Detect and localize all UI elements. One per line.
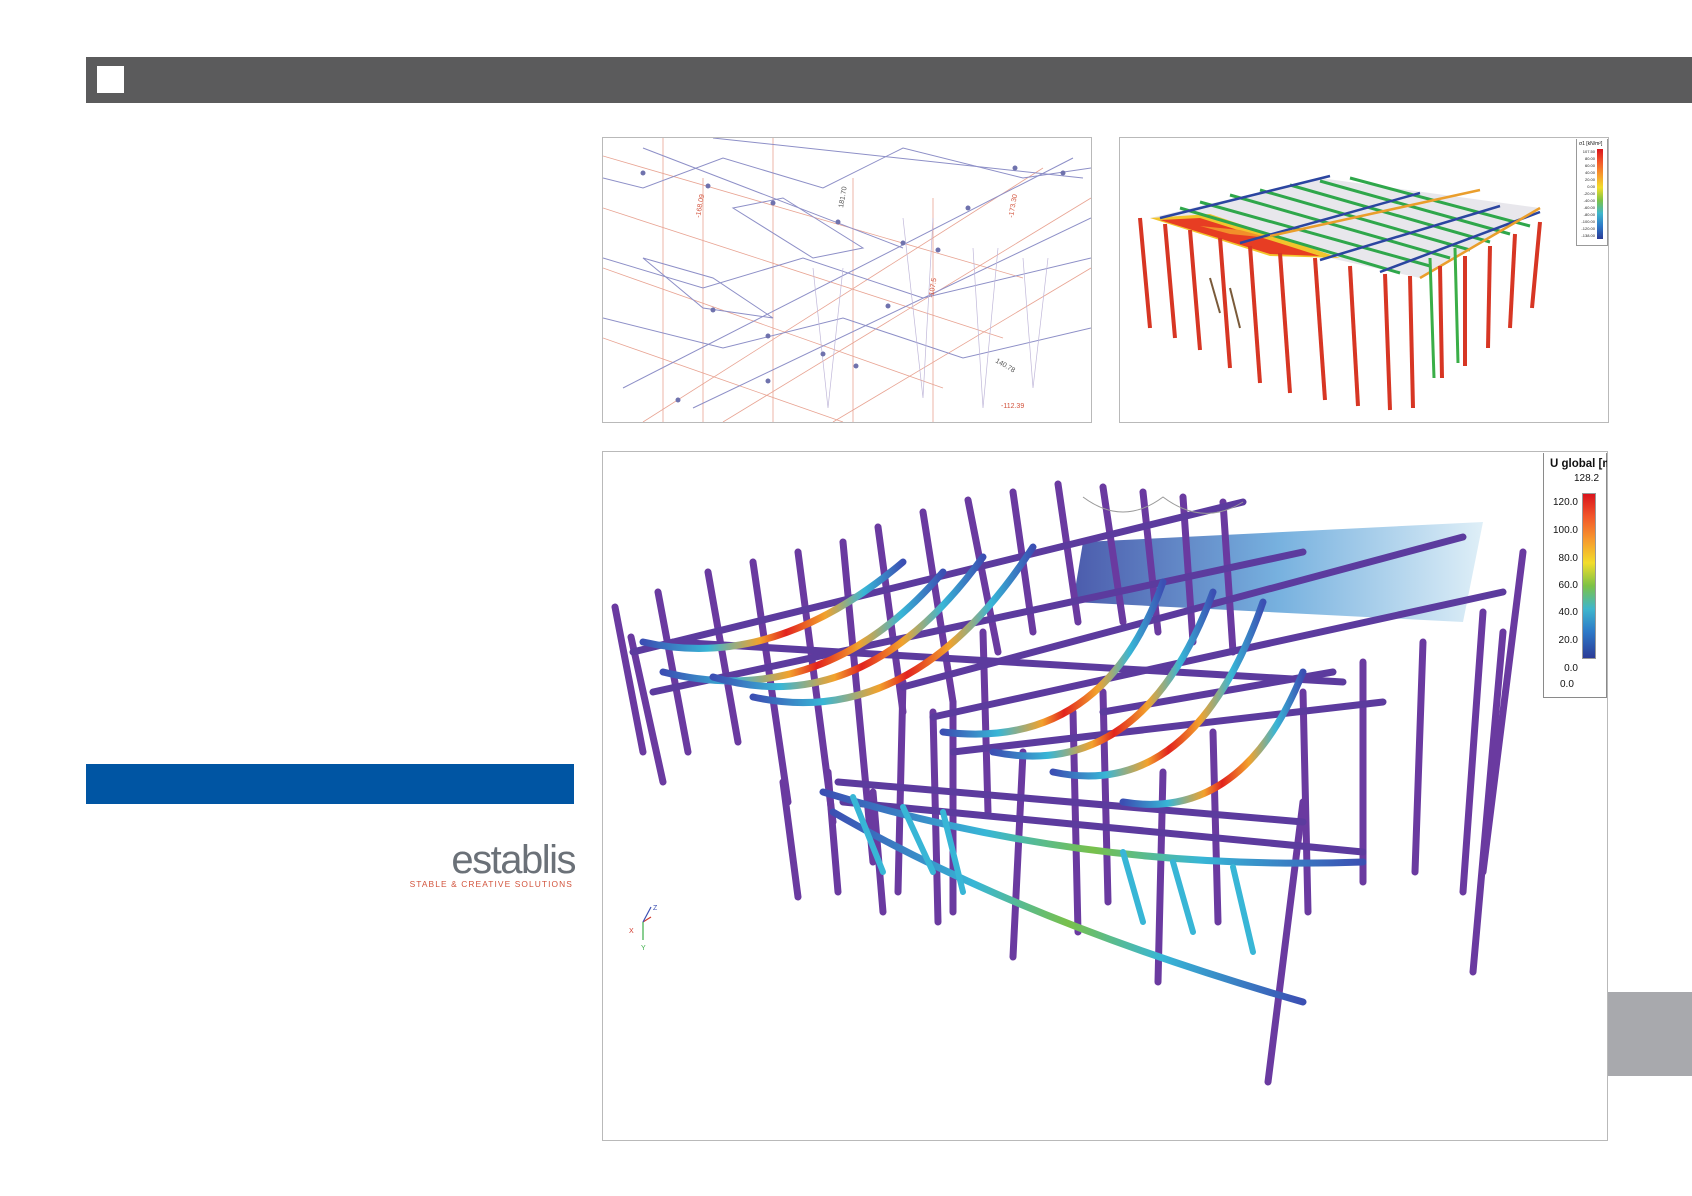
legend-tick: 60.0	[1558, 580, 1578, 591]
force-diagram-figure: -168.09 181.70 -173.30 -107.5 140.78 -11…	[602, 137, 1092, 423]
axis-x-label: X	[629, 928, 634, 935]
force-label: 140.78	[994, 358, 1016, 375]
force-label: -173.30	[1008, 194, 1019, 219]
stress-legend-title: σ1 [kN/m²]	[1579, 141, 1603, 147]
stress-legend-tick: -20.00	[1583, 191, 1595, 196]
legend-tick: 40.0	[1558, 607, 1578, 618]
legend-min-value: 0.0	[1560, 679, 1574, 690]
legend-colorbar	[1582, 493, 1596, 659]
legend-tick: 100.0	[1552, 525, 1578, 536]
header-bar	[86, 57, 1692, 103]
stress-legend-tick: 0.00	[1587, 184, 1595, 189]
stress-legend: σ1 [kN/m²] 107.50 80.00 60.00 40.00 20.0…	[1576, 139, 1608, 246]
stress-legend-tick: 40.00	[1584, 170, 1595, 175]
stress-legend-tick: -80.00	[1583, 212, 1595, 217]
logo-wordmark: establis	[451, 838, 576, 882]
stress-model-svg	[1138, 174, 1542, 411]
axis-z-label: Z	[653, 905, 658, 912]
stress-legend-tick: -100.00	[1581, 219, 1595, 224]
force-label: -112.39	[1001, 403, 1024, 410]
stress-legend-tick: -138.00	[1581, 233, 1595, 238]
stress-legend-colorbar	[1597, 149, 1603, 239]
stress-legend-tick: -40.00	[1583, 198, 1595, 203]
displacement-figure: X Y Z U global [mm] 128.2 120.0 100.0 80…	[602, 451, 1608, 1141]
legend-tick: 120.0	[1552, 497, 1578, 508]
legend-tick: 20.0	[1558, 635, 1578, 646]
legend-title: U global [mm]	[1550, 458, 1607, 470]
force-label: 181.70	[838, 186, 849, 208]
stress-legend-tick: 60.00	[1584, 163, 1595, 168]
stress-legend-tick: 107.50	[1582, 149, 1595, 154]
legend-max-value: 128.2	[1574, 473, 1600, 484]
stress-legend-tick: -60.00	[1583, 205, 1595, 210]
displacement-legend: U global [mm] 128.2 120.0 100.0 80.0 60.…	[1543, 453, 1607, 698]
logo-tagline: STABLE & CREATIVE SOLUTIONS	[409, 879, 573, 889]
stress-legend-tick: 20.00	[1584, 177, 1595, 182]
establis-logo: establis STABLE & CREATIVE SOLUTIONS	[410, 838, 577, 890]
axis-y-label: Y	[641, 945, 646, 952]
stress-results-figure: σ1 [kN/m²] 107.50 80.00 60.00 40.00 20.0…	[1119, 137, 1609, 423]
force-diagram-svg: -168.09 181.70 -173.30 -107.5 140.78 -11…	[603, 138, 1091, 422]
displacement-model-svg: X Y Z	[611, 480, 1527, 1086]
header-square-icon	[97, 66, 124, 93]
stress-legend-tick: 80.00	[1584, 156, 1595, 161]
legend-tick: 80.0	[1558, 553, 1578, 564]
side-tab	[1606, 992, 1692, 1076]
accent-bar	[86, 764, 574, 804]
legend-tick: 0.0	[1564, 663, 1578, 674]
force-label: -168.09	[695, 194, 706, 219]
stress-legend-tick: -120.00	[1581, 226, 1595, 231]
